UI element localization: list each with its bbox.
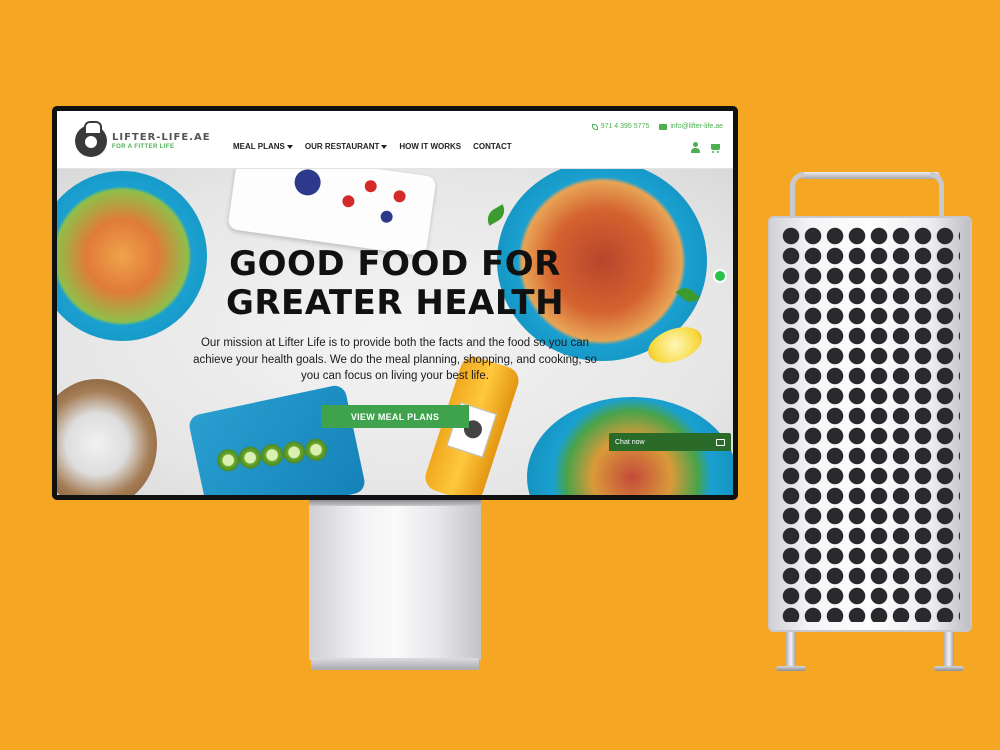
phone-number: 971 4 395 5775 — [600, 123, 650, 130]
tower-leg-left — [776, 632, 806, 671]
website-screen: LIFTER-LIFE.AE FOR A FITTER LIFE MEAL PL… — [57, 111, 733, 495]
strawberry-image — [363, 179, 378, 194]
chat-now-label: Chat now — [615, 438, 645, 446]
nav-contact-label: CONTACT — [473, 142, 512, 151]
nav-meal-plans[interactable]: MEAL PLANS — [233, 142, 293, 151]
strawberry-image — [392, 189, 407, 204]
hero-title: GOOD FOOD FOR GREATER HEALTH — [57, 245, 733, 323]
hero-title-line2: GREATER HEALTH — [225, 283, 565, 323]
tower-leg-right — [934, 632, 964, 671]
chat-icon — [716, 438, 725, 446]
email-link[interactable]: info@lifter-life.ae — [659, 123, 723, 130]
strawberry-image — [341, 194, 356, 209]
nav-how-it-works[interactable]: HOW IT WORKS — [399, 142, 461, 151]
blueberry-image — [379, 209, 394, 224]
monitor-stand — [309, 500, 481, 660]
user-icon[interactable] — [690, 142, 701, 154]
monitor-stand-foot — [311, 658, 479, 670]
main-nav: MEAL PLANS OUR RESTAURANT HOW IT WORKS C… — [233, 142, 512, 151]
contact-bar: 971 4 395 5775 info@lifter-life.ae — [591, 123, 723, 130]
hero-section: GOOD FOOD FOR GREATER HEALTH Our mission… — [57, 169, 733, 495]
phone-link[interactable]: 971 4 395 5775 — [591, 123, 650, 130]
cucumber-tray-image — [187, 383, 367, 495]
logo-text: LIFTER-LIFE.AE FOR A FITTER LIFE — [112, 132, 211, 150]
nav-meal-plans-label: MEAL PLANS — [233, 142, 285, 151]
chef-logo-icon — [75, 121, 107, 157]
caret-down-icon — [286, 144, 293, 149]
logo-name: LIFTER-LIFE.AE — [112, 132, 211, 143]
nav-our-restaurant[interactable]: OUR RESTAURANT — [305, 142, 388, 151]
jam-bowl-image — [292, 169, 323, 198]
cart-icon[interactable] — [709, 142, 721, 154]
phone-icon — [591, 123, 598, 130]
logo-tagline: FOR A FITTER LIFE — [112, 144, 175, 150]
tower-grille — [780, 226, 960, 622]
cucumber-slice-image — [280, 439, 308, 466]
cucumber-slice-image — [215, 447, 242, 474]
nav-how-it-works-label: HOW IT WORKS — [399, 142, 462, 151]
cucumber-slice-image — [259, 441, 286, 469]
tower-handle-bar — [800, 172, 940, 179]
email-address: info@lifter-life.ae — [670, 123, 723, 130]
cucumber-slice-image — [302, 436, 330, 463]
logo[interactable]: LIFTER-LIFE.AE FOR A FITTER LIFE — [75, 121, 211, 157]
chat-now-widget[interactable]: Chat now — [609, 433, 731, 451]
monitor: LIFTER-LIFE.AE FOR A FITTER LIFE MEAL PL… — [52, 106, 738, 500]
caret-down-icon — [381, 144, 388, 149]
mail-icon — [659, 123, 668, 130]
nav-our-restaurant-label: OUR RESTAURANT — [304, 142, 380, 151]
hero-description: Our mission at Lifter Life is to provide… — [193, 337, 597, 382]
cucumber-slice-image — [237, 444, 264, 471]
view-meal-plans-button[interactable]: VIEW MEAL PLANS — [321, 405, 469, 428]
computer-tower — [768, 216, 972, 632]
coconut-balls-image — [57, 379, 157, 495]
whatsapp-icon[interactable] — [713, 269, 727, 283]
nav-contact[interactable]: CONTACT — [473, 142, 512, 151]
hero-title-line1: GOOD FOOD FOR — [229, 244, 561, 284]
site-header: LIFTER-LIFE.AE FOR A FITTER LIFE MEAL PL… — [57, 111, 733, 169]
header-icons — [690, 142, 721, 154]
